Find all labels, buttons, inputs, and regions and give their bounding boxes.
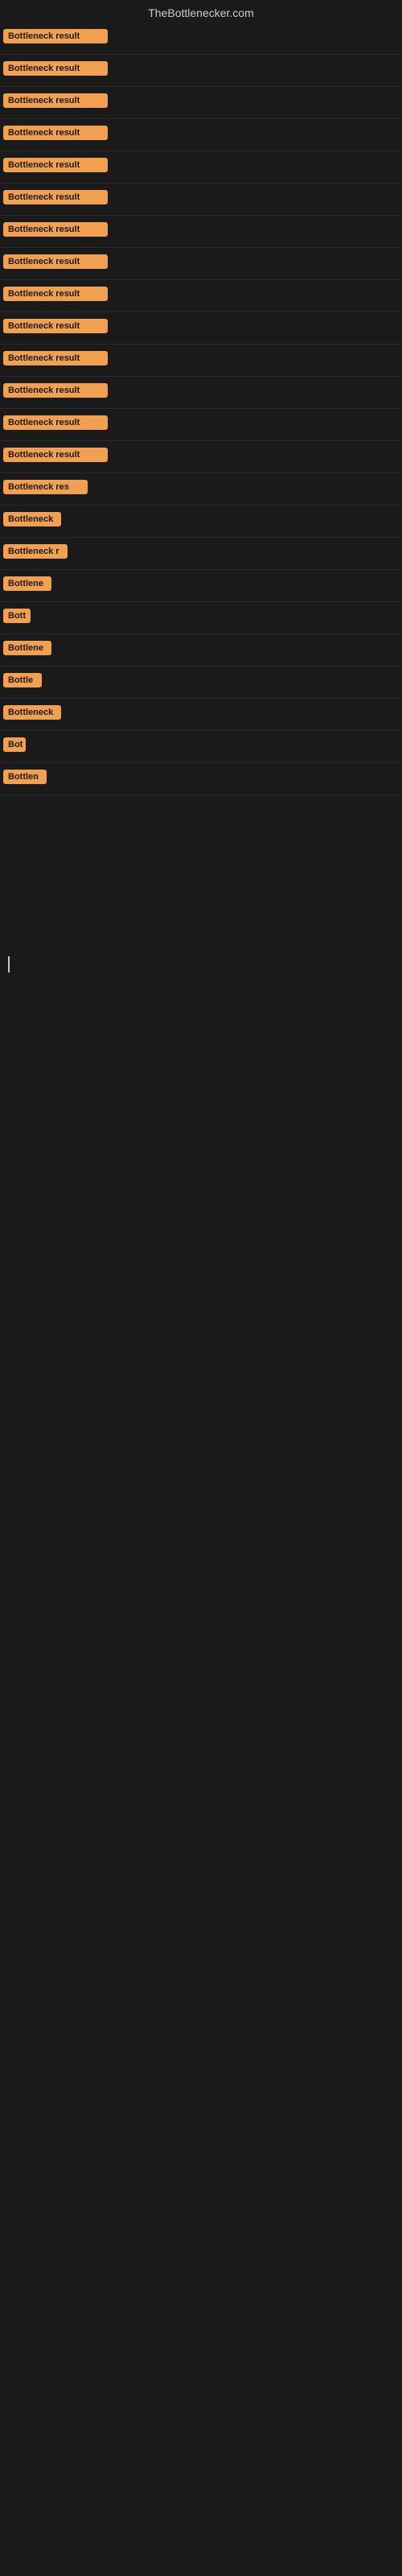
bottleneck-badge: Bottleneck result bbox=[3, 190, 108, 204]
bottleneck-badge: Bottleneck result bbox=[3, 29, 108, 43]
bottleneck-badge: Bott bbox=[3, 609, 31, 623]
bottleneck-badge: Bottleneck result bbox=[3, 287, 108, 301]
bottleneck-badge: Bottlene bbox=[3, 576, 51, 591]
list-item[interactable]: Bottleneck result bbox=[0, 55, 402, 87]
bottleneck-badge: Bot bbox=[3, 737, 26, 752]
list-item[interactable]: Bottleneck result bbox=[0, 312, 402, 345]
bottleneck-badge: Bottleneck r bbox=[3, 544, 68, 559]
list-item[interactable]: Bottleneck result bbox=[0, 87, 402, 119]
list-item[interactable]: Bottlene bbox=[0, 634, 402, 667]
site-title: TheBottlenecker.com bbox=[0, 0, 402, 23]
page-container: TheBottlenecker.com Bottleneck resultBot… bbox=[0, 0, 402, 1278]
list-item[interactable]: Bottleneck result bbox=[0, 23, 402, 55]
bottleneck-badge: Bottleneck result bbox=[3, 61, 108, 76]
list-item[interactable]: Bottlen bbox=[0, 763, 402, 795]
bottleneck-badge: Bottleneck bbox=[3, 512, 61, 526]
bottleneck-badge: Bottleneck result bbox=[3, 351, 108, 365]
bottleneck-badge: Bottleneck result bbox=[3, 93, 108, 108]
cursor-indicator bbox=[8, 956, 10, 972]
list-item[interactable]: Bottleneck bbox=[0, 699, 402, 731]
list-item[interactable]: Bottle bbox=[0, 667, 402, 699]
bottleneck-badge: Bottleneck result bbox=[3, 158, 108, 172]
list-item[interactable]: Bottleneck result bbox=[0, 377, 402, 409]
list-item[interactable]: Bottleneck result bbox=[0, 119, 402, 151]
list-item[interactable]: Bottleneck result bbox=[0, 216, 402, 248]
list-item[interactable]: Bottleneck result bbox=[0, 248, 402, 280]
results-list: Bottleneck result Bottleneck result Bottle… bbox=[0, 23, 402, 795]
list-item[interactable]: Bottleneck result bbox=[0, 409, 402, 441]
list-item[interactable]: Bot bbox=[0, 731, 402, 763]
list-item[interactable]: Bottlene bbox=[0, 570, 402, 602]
bottleneck-badge: Bottleneck result bbox=[3, 319, 108, 333]
list-item[interactable]: Bottleneck res bbox=[0, 473, 402, 506]
bottleneck-badge: Bottleneck bbox=[3, 705, 61, 720]
list-item[interactable]: Bottleneck r bbox=[0, 538, 402, 570]
bottleneck-badge: Bottleneck result bbox=[3, 448, 108, 462]
bottleneck-badge: Bottlene bbox=[3, 641, 51, 655]
list-item[interactable]: Bottleneck result bbox=[0, 184, 402, 216]
bottleneck-badge: Bottleneck result bbox=[3, 222, 108, 237]
list-item[interactable]: Bottleneck result bbox=[0, 441, 402, 473]
bottleneck-badge: Bottleneck res bbox=[3, 480, 88, 494]
bottleneck-badge: Bottleneck result bbox=[3, 383, 108, 398]
list-item[interactable]: Bottleneck bbox=[0, 506, 402, 538]
bottleneck-badge: Bottleneck result bbox=[3, 126, 108, 140]
list-item[interactable]: Bottleneck result bbox=[0, 345, 402, 377]
list-item[interactable]: Bott bbox=[0, 602, 402, 634]
list-item[interactable]: Bottleneck result bbox=[0, 151, 402, 184]
bottleneck-badge: Bottleneck result bbox=[3, 415, 108, 430]
bottleneck-badge: Bottle bbox=[3, 673, 42, 687]
bottleneck-badge: Bottleneck result bbox=[3, 254, 108, 269]
bottleneck-badge: Bottlen bbox=[3, 770, 47, 784]
list-item[interactable]: Bottleneck result bbox=[0, 280, 402, 312]
